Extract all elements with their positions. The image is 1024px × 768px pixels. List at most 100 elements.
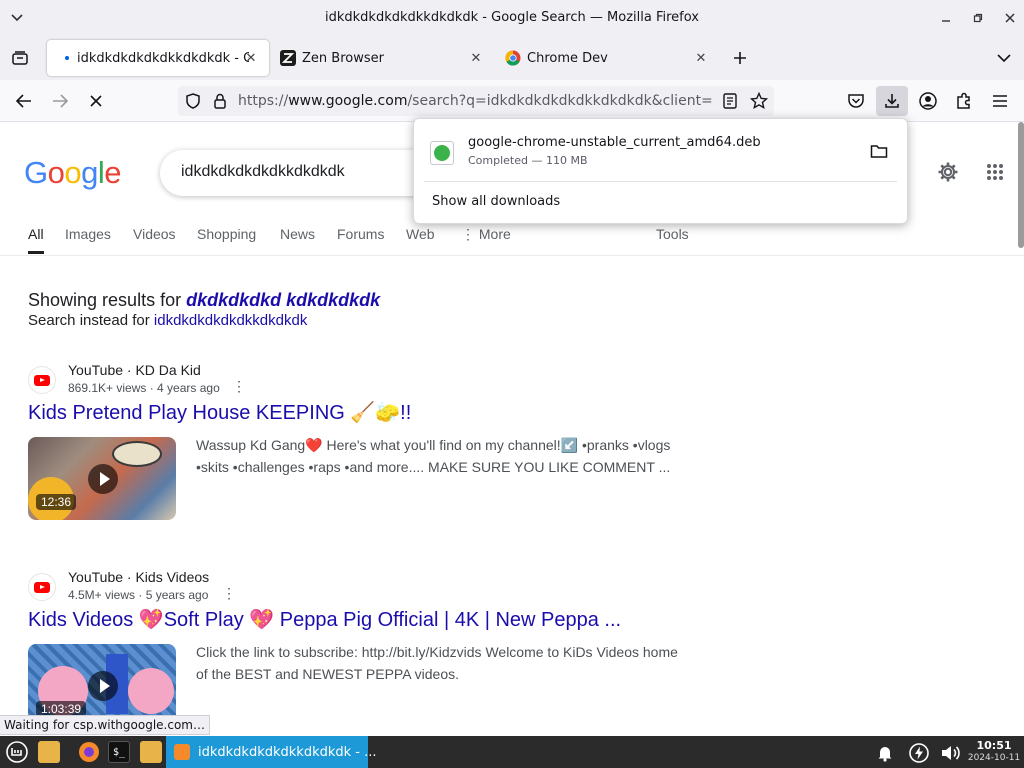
- chrome-dev-icon: [505, 50, 521, 66]
- file-manager-folder-icon[interactable]: [38, 741, 60, 763]
- restore-icon[interactable]: [968, 9, 988, 27]
- result-meta: 869.1K+ views · 4 years ago: [68, 381, 220, 395]
- power-lightning-icon[interactable]: [908, 742, 930, 764]
- close-tab-icon[interactable]: ✕: [693, 50, 709, 66]
- result-title-link[interactable]: Kids Videos 💖Soft Play 💖 Peppa Pig Offic…: [28, 607, 621, 632]
- settings-gear-icon[interactable]: [936, 160, 960, 184]
- window-title: idkdkdkdkdkdkkdkdkdk - Google Search — M…: [325, 10, 699, 25]
- download-filename[interactable]: google-chrome-unstable_current_amd64.deb: [468, 135, 761, 150]
- tab-overview-icon[interactable]: [8, 46, 32, 70]
- downloads-arrow-icon[interactable]: [876, 86, 908, 116]
- result-source[interactable]: YouTube · KD Da Kid: [68, 362, 201, 378]
- search-query-text[interactable]: idkdkdkdkdkdkkdkdkdk: [181, 163, 345, 181]
- show-all-downloads-button[interactable]: Show all downloads: [432, 194, 560, 209]
- original-query-link[interactable]: idkdkdkdkdkdkkdkdkdk: [154, 312, 307, 329]
- stop-loading-icon[interactable]: [84, 89, 108, 113]
- firefox-launcher-icon[interactable]: [78, 741, 100, 763]
- tab-chrome-dev[interactable]: Chrome Dev ✕: [497, 40, 719, 76]
- hamburger-menu-icon[interactable]: [988, 89, 1012, 113]
- close-window-icon[interactable]: [1000, 9, 1020, 27]
- tracking-protection-shield-icon[interactable]: [184, 92, 202, 114]
- tab-more[interactable]: ⋮ More: [461, 226, 511, 243]
- tab-web[interactable]: Web: [406, 226, 435, 242]
- page-scrollbar[interactable]: [1018, 122, 1024, 248]
- account-avatar-icon[interactable]: [916, 89, 940, 113]
- tab-images[interactable]: Images: [65, 226, 111, 242]
- tab-videos[interactable]: Videos: [133, 226, 176, 242]
- tab-zen-browser[interactable]: Zen Browser ✕: [272, 40, 494, 76]
- showing-results-prefix: Showing results for: [28, 290, 187, 310]
- result-source[interactable]: YouTube · Kids Videos: [68, 569, 209, 585]
- url-text[interactable]: https://www.google.com/search?q=idkdkdkd…: [238, 93, 712, 109]
- result-title-link[interactable]: Kids Pretend Play House KEEPING 🧹🧽!!: [28, 400, 411, 425]
- result-options-kebab-icon[interactable]: ⋮: [222, 585, 236, 602]
- tab-shopping[interactable]: Shopping: [197, 226, 256, 242]
- search-instead: Search instead for idkdkdkdkdkdkkdkdkdk: [28, 312, 307, 329]
- corrected-query-link[interactable]: dkdkdkdkd kdkdkdkdk: [186, 290, 380, 310]
- downloads-panel: google-chrome-unstable_current_amd64.deb…: [413, 118, 908, 224]
- close-tab-icon[interactable]: ✕: [243, 50, 259, 66]
- folder-icon[interactable]: [140, 741, 162, 763]
- tab-label: idkdkdkdkdkdkkdkdkdk - Go: [77, 50, 249, 66]
- result-snippet: Wassup Kd Gang❤️ Here's what you'll find…: [196, 434, 696, 478]
- show-in-folder-icon[interactable]: [870, 143, 888, 159]
- terminal-icon[interactable]: $_: [108, 741, 130, 763]
- clock-date: 2024-10-11: [967, 753, 1021, 763]
- tab-all[interactable]: All: [28, 226, 44, 254]
- search-result: YouTube · Kids Videos 4.5M+ views · 5 ye…: [28, 569, 708, 733]
- url-bar[interactable]: https://www.google.com/search?q=idkdkdkd…: [178, 86, 774, 116]
- back-arrow-icon[interactable]: [12, 89, 36, 113]
- padlock-icon[interactable]: [212, 92, 228, 114]
- new-tab-plus-icon[interactable]: [728, 46, 752, 70]
- tab-label: Zen Browser: [302, 50, 384, 66]
- notifications-bell-icon[interactable]: [874, 742, 896, 764]
- taskbar: $_ idkdkdkdkdkdkkdkdkdk - ... 10:51 2024…: [0, 736, 1024, 768]
- url-path: /search?q=idkdkdkdkdkdkkdkdkdk&client=fi…: [407, 93, 712, 109]
- snippet-line: of the BEST and NEWEST PEPPA videos.: [196, 666, 460, 682]
- result-snippet: Click the link to subscribe: http://bit.…: [196, 641, 696, 685]
- navigation-toolbar: https://www.google.com/search?q=idkdkdkd…: [0, 80, 1024, 122]
- forward-arrow-icon[interactable]: [48, 89, 72, 113]
- bookmark-star-icon[interactable]: [749, 91, 769, 114]
- download-status: Completed — 110 MB: [468, 154, 588, 167]
- search-result: YouTube · KD Da Kid 869.1K+ views · 4 ye…: [28, 362, 708, 526]
- url-host: www.google.com: [288, 93, 408, 109]
- list-all-tabs-chevron-icon[interactable]: [992, 46, 1016, 70]
- pocket-icon[interactable]: [844, 89, 868, 113]
- zen-browser-icon: [280, 50, 296, 66]
- divider: [424, 181, 897, 182]
- google-logo[interactable]: Google: [24, 155, 122, 191]
- result-options-kebab-icon[interactable]: ⋮: [232, 378, 246, 395]
- tab-loading-dot: [65, 56, 69, 60]
- tab-more-label: More: [478, 226, 511, 242]
- minimize-icon[interactable]: [936, 9, 956, 27]
- more-vertical-dots-icon: ⋮: [461, 226, 479, 242]
- extensions-puzzle-icon[interactable]: [952, 89, 976, 113]
- tab-google-search[interactable]: idkdkdkdkdkdkkdkdkdk - Go ✕: [47, 40, 269, 76]
- mint-menu-icon[interactable]: [6, 741, 28, 763]
- video-duration: 12:36: [36, 494, 77, 510]
- taskbar-window-label: idkdkdkdkdkdkkdkdkdk - ...: [198, 744, 377, 760]
- youtube-favicon-icon: [28, 573, 56, 601]
- tab-forums[interactable]: Forums: [337, 226, 384, 242]
- spelling-correction: Showing results for dkdkdkdkd kdkdkdkdk: [28, 290, 380, 311]
- video-thumbnail[interactable]: 12:36: [28, 437, 176, 520]
- close-tab-icon[interactable]: ✕: [468, 50, 484, 66]
- tab-news[interactable]: News: [280, 226, 315, 242]
- status-bar: Waiting for csp.withgoogle.com…: [0, 715, 210, 735]
- volume-speaker-icon[interactable]: [940, 742, 962, 764]
- clock-time: 10:51: [976, 739, 1012, 752]
- search-instead-prefix: Search instead for: [28, 312, 154, 329]
- title-bar: idkdkdkdkdkdkkdkdkdk - Google Search — M…: [0, 0, 1024, 36]
- thumbnail-speech-bubble: [112, 441, 162, 467]
- taskbar-firefox-window[interactable]: idkdkdkdkdkdkkdkdkdk - ...: [166, 736, 377, 768]
- reader-view-icon[interactable]: [722, 92, 738, 114]
- play-icon: [88, 671, 118, 701]
- snippet-line: •skits •challenges •raps •and more.... M…: [196, 459, 671, 475]
- tools-button[interactable]: Tools: [656, 226, 689, 242]
- youtube-favicon-icon: [28, 366, 56, 394]
- google-apps-grid-icon[interactable]: [983, 160, 1007, 184]
- tab-label: Chrome Dev: [527, 50, 608, 66]
- tab-strip: idkdkdkdkdkdkkdkdkdk - Go ✕ Zen Browser …: [0, 36, 1024, 80]
- taskbar-clock[interactable]: 10:51 2024-10-11: [966, 739, 1022, 763]
